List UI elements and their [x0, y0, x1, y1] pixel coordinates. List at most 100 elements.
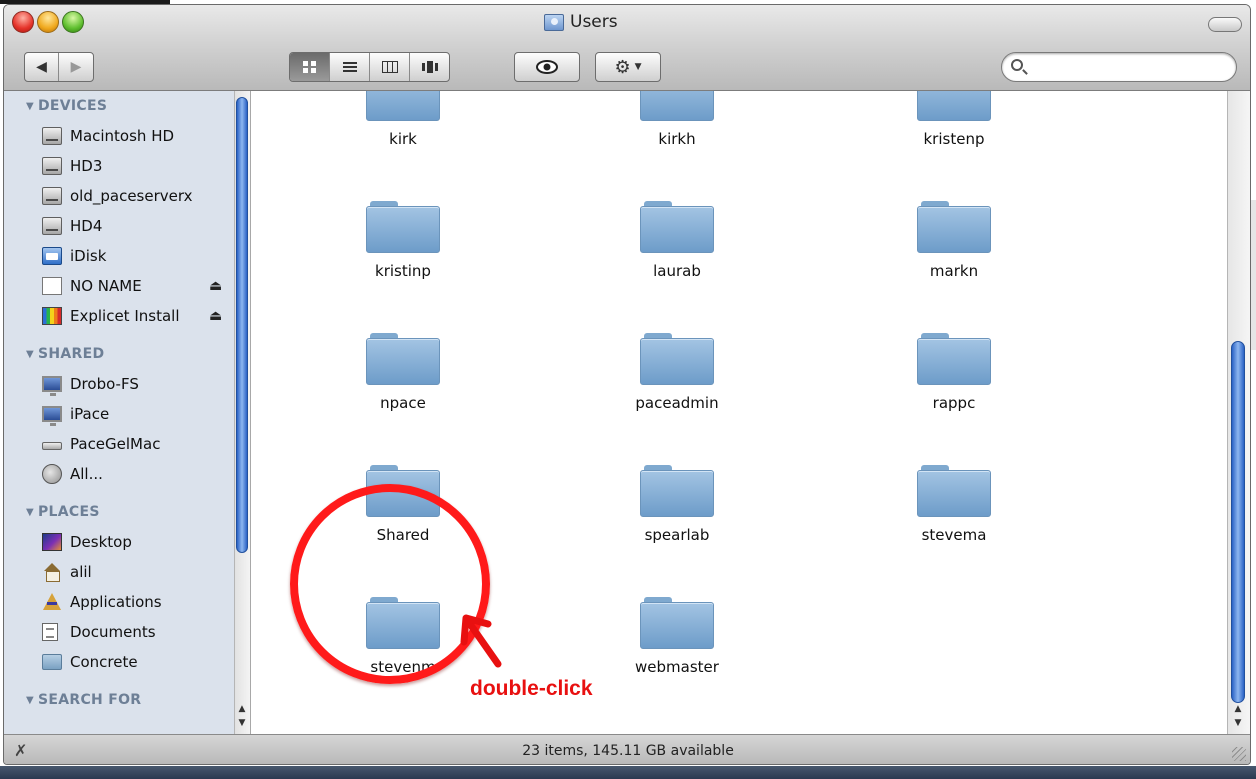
folder-item[interactable]: stevema [854, 465, 1054, 575]
sidebar-section-title: SEARCH FOR [38, 692, 142, 708]
folder-body [640, 338, 714, 385]
desktop-icon [42, 533, 62, 551]
resize-grip[interactable] [1232, 747, 1246, 761]
folder-body [366, 206, 440, 253]
installer-icon [42, 307, 62, 325]
sidebar-item-desktop[interactable]: Desktop [4, 527, 232, 557]
users-folder-icon [544, 13, 564, 31]
folder-item[interactable]: kirkh [577, 91, 777, 179]
folder-icon [917, 201, 991, 253]
disclosure-triangle-icon[interactable]: ▼ [26, 695, 34, 706]
folder-item[interactable]: kristenp [854, 91, 1054, 179]
folder-item[interactable]: kirk [303, 91, 503, 179]
sidebar-section-devices[interactable]: ▼ DEVICES [4, 91, 232, 121]
folder-item[interactable]: spearlab [577, 465, 777, 575]
sidebar-section-shared[interactable]: ▼ SHARED [4, 339, 232, 369]
folder-item[interactable]: laurab [577, 201, 777, 311]
list-view-button[interactable] [330, 53, 370, 81]
folder-item[interactable]: paceadmin [577, 333, 777, 443]
folder-body [640, 206, 714, 253]
mac-mini-icon [42, 442, 62, 450]
sidebar-item-drobo-fs[interactable]: Drobo-FS [4, 369, 232, 399]
folder-body [917, 206, 991, 253]
coverflow-view-icon [421, 61, 438, 73]
content-scroll-thumb[interactable] [1231, 341, 1245, 703]
sidebar-item-idisk[interactable]: iDisk [4, 241, 232, 271]
folder-item[interactable]: markn [854, 201, 1054, 311]
computer-icon [42, 406, 62, 426]
column-view-icon [381, 61, 398, 73]
sidebar-item-pacegelmac[interactable]: PaceGelMac [4, 429, 232, 459]
content-scroll-down[interactable]: ▼ [1230, 716, 1246, 730]
sidebar-section-title: SHARED [38, 346, 105, 362]
volume-icon [42, 277, 62, 295]
sidebar-item-ipace[interactable]: iPace [4, 399, 232, 429]
quick-look-group [514, 52, 580, 82]
folder-icon [366, 201, 440, 253]
sidebar-scroll-down[interactable]: ▼ [235, 717, 249, 730]
forward-button[interactable]: ▶ [59, 53, 93, 81]
disclosure-triangle-icon[interactable]: ▼ [26, 101, 34, 112]
search-input[interactable] [1030, 57, 1226, 77]
minimize-button[interactable] [37, 11, 59, 33]
folder-icon [366, 91, 440, 121]
content-scroll-top-cap [1230, 93, 1246, 107]
action-menu-button[interactable]: ⚙ ▼ [596, 53, 660, 81]
folder-icon [42, 654, 62, 670]
sidebar-item-hd4[interactable]: HD4 [4, 211, 232, 241]
sidebar-item-concrete[interactable]: Concrete [4, 647, 232, 677]
folder-icon [640, 597, 714, 649]
sidebar-item-all[interactable]: All... [4, 459, 232, 489]
folder-item[interactable]: npace [303, 333, 503, 443]
quick-look-button[interactable] [515, 53, 579, 81]
folder-label: stevema [921, 526, 987, 544]
sidebar-item-documents[interactable]: Documents [4, 617, 232, 647]
sidebar-scroll-up[interactable]: ▲ [235, 703, 249, 716]
zoom-button[interactable] [62, 11, 84, 33]
sidebar-item-label: HD3 [70, 157, 103, 175]
coverflow-view-button[interactable] [410, 53, 449, 81]
sidebar-item-hd3[interactable]: HD3 [4, 151, 232, 181]
folder-body [366, 91, 440, 121]
sidebar-list: ▼ DEVICES Macintosh HD HD3 old_paceserverx HD… [4, 91, 232, 715]
toolbar-toggle-button[interactable] [1208, 17, 1242, 32]
folder-item[interactable]: kristinp [303, 201, 503, 311]
content-scroll-up[interactable]: ▲ [1230, 702, 1246, 716]
sidebar-item-explicet-install[interactable]: Explicet Install ⏏ [4, 301, 232, 331]
window-title-text: Users [570, 12, 618, 32]
folder-body [917, 470, 991, 517]
sidebar-item-label: Explicet Install [70, 307, 180, 325]
sidebar-item-label: Macintosh HD [70, 127, 175, 145]
folder-label: spearlab [644, 526, 710, 544]
sidebar-section-search-for[interactable]: ▼ SEARCH FOR [4, 685, 232, 715]
folder-item[interactable]: webmaster [577, 597, 777, 707]
disclosure-triangle-icon[interactable]: ▼ [26, 507, 34, 518]
sidebar-item-alil[interactable]: alil [4, 557, 232, 587]
folder-label: markn [929, 262, 979, 280]
sidebar-item-old-paceserverx[interactable]: old_paceserverx [4, 181, 232, 211]
sidebar-item-label: iDisk [70, 247, 107, 265]
icon-view-icon [302, 61, 316, 73]
back-button[interactable]: ◀ [25, 53, 59, 81]
folder-item[interactable]: rappc [854, 333, 1054, 443]
close-button[interactable] [12, 11, 34, 33]
folder-icon [640, 465, 714, 517]
sidebar-item-applications[interactable]: Applications [4, 587, 232, 617]
folder-body [640, 91, 714, 121]
column-view-button[interactable] [370, 53, 410, 81]
hard-disk-icon [42, 187, 62, 205]
icon-view-button[interactable] [290, 53, 330, 81]
sidebar-section-places[interactable]: ▼ PLACES [4, 497, 232, 527]
sidebar-scroll-thumb[interactable] [236, 97, 248, 553]
folder-label: npace [380, 394, 426, 412]
sidebar-item-macintosh-hd[interactable]: Macintosh HD [4, 121, 232, 151]
window-title: Users [544, 11, 618, 33]
view-buttons [289, 52, 450, 82]
sidebar-item-no-name[interactable]: NO NAME ⏏ [4, 271, 232, 301]
eject-icon[interactable]: ⏏ [209, 308, 222, 324]
search-field[interactable] [1001, 52, 1237, 82]
applications-icon [42, 593, 62, 611]
disclosure-triangle-icon[interactable]: ▼ [26, 349, 34, 360]
eject-icon[interactable]: ⏏ [209, 278, 222, 294]
